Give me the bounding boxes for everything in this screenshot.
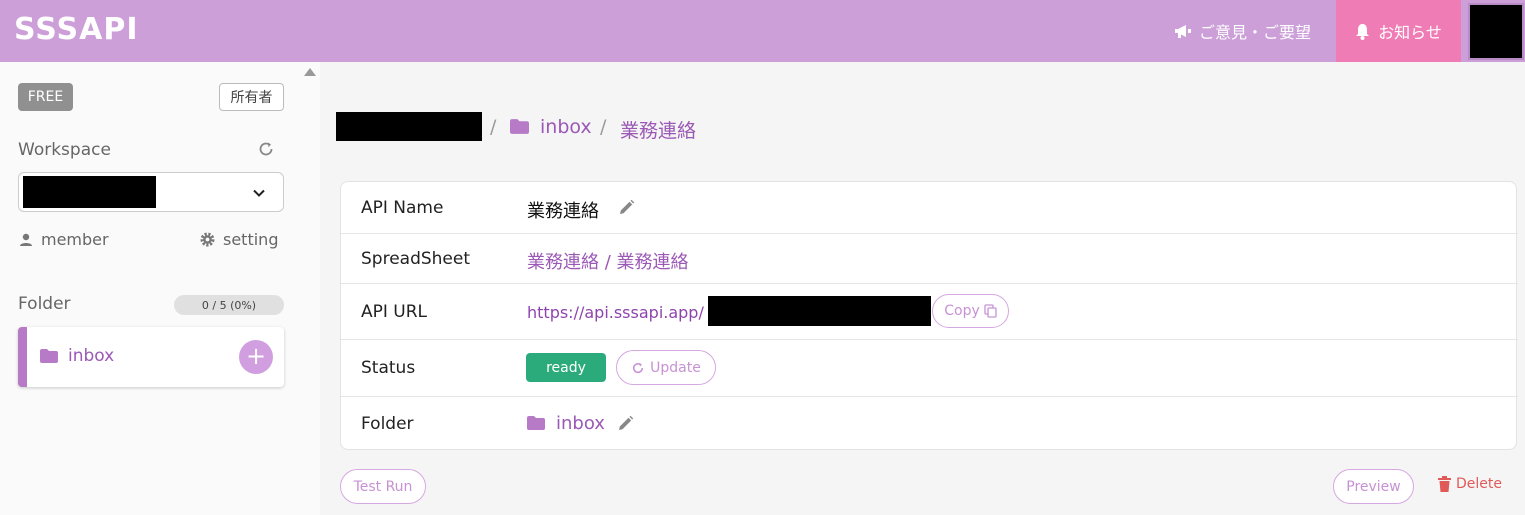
workspace-label: Workspace	[18, 140, 111, 160]
member-label: member	[41, 230, 109, 249]
api-name-value: 業務連絡	[527, 201, 599, 222]
api-url-label: API URL	[361, 302, 428, 322]
status-badge: ready	[526, 353, 606, 382]
member-link[interactable]: member	[18, 230, 109, 249]
app-header: SSSAPI ご意見・ご要望 お知らせ	[0, 0, 1525, 62]
delete-button[interactable]: Delete	[1438, 476, 1502, 492]
preview-button[interactable]: Preview	[1333, 469, 1414, 504]
folder-row: Folder inbox	[341, 397, 1518, 450]
notice-button[interactable]: お知らせ	[1336, 0, 1461, 62]
status-row: Status ready Update	[341, 340, 1518, 397]
folder-icon	[527, 416, 545, 430]
api-url-redacted	[708, 296, 931, 326]
breadcrumb-workspace-redacted[interactable]	[336, 112, 482, 141]
person-icon	[20, 233, 32, 246]
refresh-icon	[633, 362, 644, 373]
folder-section-label: Folder	[18, 294, 71, 314]
pencil-icon[interactable]	[618, 199, 635, 216]
workspace-select[interactable]	[18, 172, 284, 212]
app-logo[interactable]: SSSAPI	[14, 12, 139, 47]
trash-icon	[1438, 476, 1451, 492]
folder-count-badge: 0 / 5 (0%)	[174, 295, 284, 315]
chevron-down-icon	[253, 189, 265, 197]
api-name-row: API Name 業務連絡	[341, 182, 1518, 234]
feedback-label: ご意見・ご要望	[1199, 23, 1312, 42]
api-url-value[interactable]: https://api.sssapi.app/	[527, 303, 704, 322]
folder-item-inbox[interactable]: inbox +	[18, 327, 284, 387]
gear-icon	[200, 232, 215, 247]
test-run-button[interactable]: Test Run	[340, 469, 426, 504]
scroll-up-arrow-icon[interactable]	[304, 68, 316, 76]
pencil-icon[interactable]	[617, 415, 634, 432]
setting-label: setting	[223, 230, 279, 249]
sidebar: FREE 所有者 Workspace member setting Folder…	[0, 62, 320, 515]
delete-label: Delete	[1456, 476, 1502, 492]
breadcrumb-separator: /	[600, 116, 607, 138]
breadcrumb-folder-icon	[510, 119, 529, 134]
api-detail-card: API Name 業務連絡 SpreadSheet 業務連絡 / 業務連絡 AP…	[340, 181, 1518, 450]
copy-button[interactable]: Copy	[932, 294, 1009, 328]
api-name-label: API Name	[361, 198, 444, 218]
setting-link[interactable]: setting	[199, 230, 278, 249]
update-label: Update	[650, 359, 701, 376]
update-button[interactable]: Update	[616, 350, 716, 385]
folder-value: inbox	[556, 413, 605, 434]
breadcrumb-separator: /	[490, 116, 497, 138]
add-api-button[interactable]: +	[239, 340, 273, 374]
status-label: Status	[361, 358, 416, 378]
role-badge: 所有者	[219, 83, 284, 111]
folder-item-label: inbox	[68, 346, 115, 366]
folder-icon	[40, 349, 58, 363]
notice-label: お知らせ	[1378, 23, 1442, 42]
api-url-row: API URL https://api.sssapi.app/ Copy	[341, 284, 1518, 340]
refresh-icon[interactable]	[257, 140, 275, 158]
breadcrumb-current: 業務連絡	[620, 120, 697, 142]
spreadsheet-label: SpreadSheet	[361, 249, 471, 269]
megaphone-icon	[1175, 25, 1191, 38]
copy-label: Copy	[944, 303, 980, 319]
feedback-link[interactable]: ご意見・ご要望	[1174, 0, 1311, 62]
breadcrumb-folder[interactable]: inbox	[540, 116, 592, 138]
bell-icon	[1356, 23, 1370, 40]
workspace-name-redacted	[23, 176, 156, 208]
spreadsheet-row: SpreadSheet 業務連絡 / 業務連絡	[341, 234, 1518, 284]
folder-row-label: Folder	[361, 414, 414, 434]
copy-icon	[984, 304, 997, 318]
user-avatar[interactable]	[1468, 3, 1524, 60]
spreadsheet-link[interactable]: 業務連絡 / 業務連絡	[527, 248, 689, 274]
plan-badge: FREE	[18, 83, 73, 111]
